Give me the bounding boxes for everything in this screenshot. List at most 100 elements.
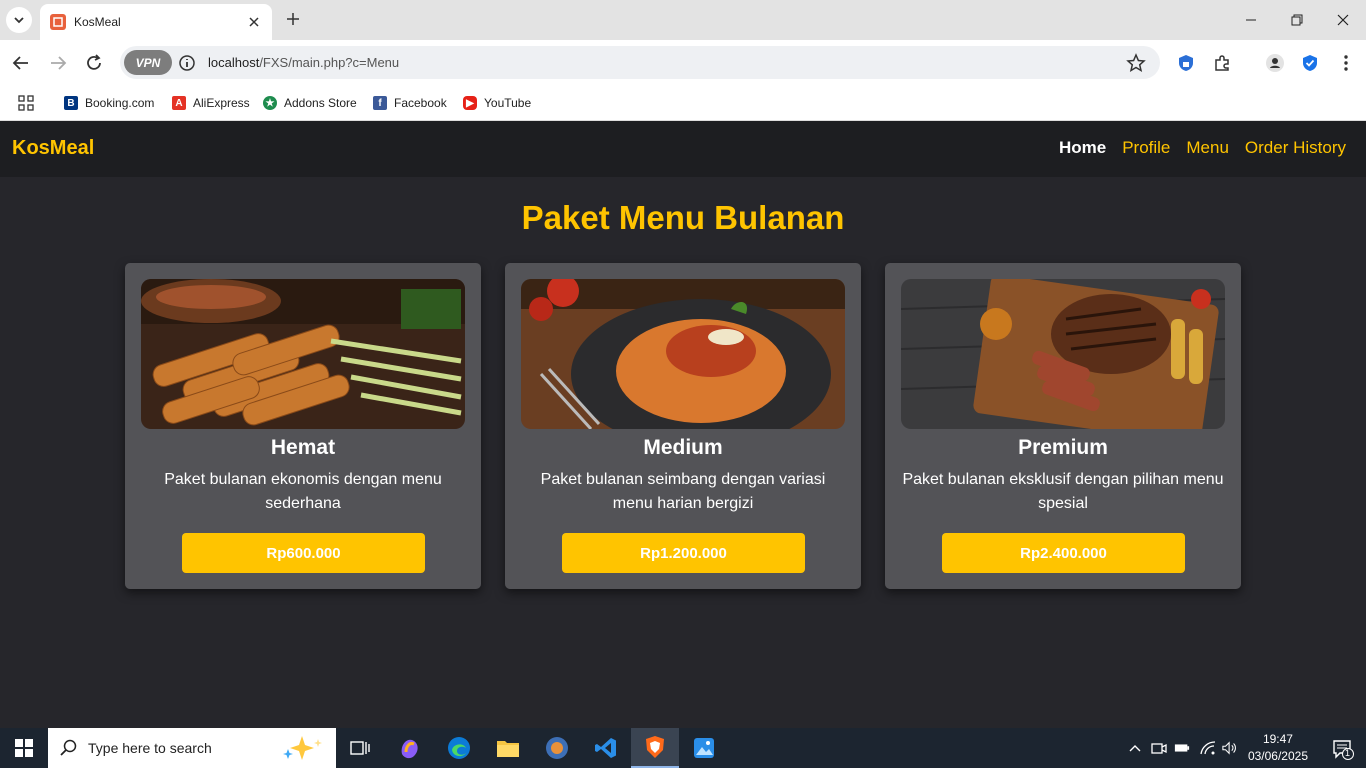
satay-food-image [141,279,465,429]
clock-date: 03/06/2025 [1247,749,1308,763]
volume-icon[interactable] [1222,740,1238,756]
security-shield-icon[interactable] [1300,53,1320,73]
windows-logo-icon [15,739,33,757]
bookmark-star-icon[interactable] [1126,53,1146,73]
vpn-badge[interactable]: VPN [124,50,172,75]
reload-button[interactable] [81,50,107,76]
bookmarks-bar: B Booking.com A AliExpress ★ Addons Stor… [0,86,1366,121]
site-logo[interactable]: KosMeal [12,137,94,160]
restore-window-button[interactable] [1274,0,1320,40]
url-path: /FXS/main.php?c=Menu [259,55,400,70]
windows-taskbar: Type here to search 19:47 03/06/2025 1 [0,728,1366,768]
clock-time: 19:47 [1262,732,1293,746]
notification-center-icon[interactable]: 1 [1332,738,1354,760]
spaghetti-food-image [521,279,845,429]
tab-title: KosMeal [74,15,121,29]
wifi-icon[interactable] [1200,740,1216,756]
steak-food-image [901,279,1225,429]
chevron-down-icon [14,17,24,24]
copilot-app-icon[interactable] [386,728,434,768]
price-button-premium[interactable]: Rp2.400.000 [942,533,1185,573]
package-name: Premium [1018,436,1108,459]
tab-search-button[interactable] [6,7,32,33]
plus-icon [287,13,299,25]
bookmark-booking[interactable]: B Booking.com [64,93,154,113]
system-clock[interactable]: 19:47 03/06/2025 [1248,731,1308,765]
bookmark-facebook[interactable]: f Facebook [373,93,447,113]
bookmark-label: AliExpress [193,96,250,110]
close-icon [1337,14,1349,26]
site-info-icon[interactable] [178,54,196,72]
kosmeal-favicon-icon [50,14,66,30]
new-tab-button[interactable] [282,8,304,30]
package-description: Paket bulanan eksklusif dengan pilihan m… [902,471,1224,512]
site-nav: Home Profile Menu Order History [1059,138,1346,158]
bookmark-youtube[interactable]: ▶ YouTube [463,93,531,113]
page-title: Paket Menu Bulanan [521,199,845,236]
browser-toolbar: VPN localhost/FXS/main.php?c=Menu [0,40,1366,86]
url-text[interactable]: localhost/FXS/main.php?c=Menu [208,55,399,70]
arrow-left-icon [12,56,28,70]
vscode-icon[interactable] [582,728,630,768]
address-bar[interactable]: VPN localhost/FXS/main.php?c=Menu [120,46,1160,79]
forward-button[interactable] [45,50,71,76]
booking-icon: B [64,96,78,110]
youtube-icon: ▶ [463,96,477,110]
package-card-premium: Premium Paket bulanan eksklusif dengan p… [885,263,1241,589]
task-view-icon[interactable] [336,728,384,768]
bookmark-label: YouTube [484,96,532,110]
reload-icon [87,54,101,70]
bookmark-label: Facebook [394,96,447,110]
bookmark-addons-store[interactable]: ★ Addons Store [263,93,357,113]
photos-app-icon[interactable] [680,728,728,768]
package-name: Hemat [270,436,336,459]
browser-menu-icon[interactable] [1336,53,1356,73]
package-card-medium: Medium Paket bulanan seimbang dengan var… [505,263,861,589]
copilot-sparkle-icon [283,736,322,760]
brave-browser-icon[interactable] [631,728,679,768]
start-button[interactable] [0,728,48,768]
edge-browser-icon[interactable] [435,728,483,768]
tray-overflow-chevron-icon[interactable] [1127,740,1143,756]
vpn-shield-extension-icon[interactable] [1176,53,1196,73]
search-icon [60,739,77,756]
close-tab-icon[interactable] [246,14,262,30]
meet-now-icon[interactable] [1151,740,1167,756]
back-button[interactable] [8,50,34,76]
bookmark-label: Addons Store [284,96,357,110]
minimize-icon [1246,19,1256,21]
notification-count: 1 [1345,748,1351,758]
close-window-button[interactable] [1320,0,1366,40]
nav-home[interactable]: Home [1059,138,1106,158]
url-host: localhost [208,55,260,70]
package-name: Medium [643,436,723,459]
facebook-icon: f [373,96,387,110]
bookmark-label: Booking.com [85,96,155,110]
price-button-medium[interactable]: Rp1.200.000 [562,533,805,573]
package-description: Paket bulanan seimbang dengan variasi me… [540,471,826,512]
nav-order-history[interactable]: Order History [1245,138,1346,158]
extensions-puzzle-icon[interactable] [1212,53,1232,73]
minimize-window-button[interactable] [1228,0,1274,40]
browser-tab-strip: KosMeal [0,0,1366,40]
file-explorer-icon[interactable] [484,728,532,768]
bookmark-aliexpress[interactable]: A AliExpress [172,93,250,113]
nav-profile[interactable]: Profile [1122,138,1170,158]
profile-avatar-icon[interactable] [1265,53,1285,73]
firefox-app-icon[interactable] [533,728,581,768]
addons-store-icon: ★ [263,96,277,110]
package-card-hemat: Hemat Paket bulanan ekonomis dengan menu… [125,263,481,589]
arrow-right-icon [51,56,67,70]
battery-icon[interactable] [1174,740,1190,756]
site-header: KosMeal Home Profile Menu Order History [0,121,1366,177]
page-content: KosMeal Home Profile Menu Order History … [0,121,1366,728]
nav-menu[interactable]: Menu [1186,138,1229,158]
package-description: Paket bulanan ekonomis dengan menu seder… [164,471,442,512]
taskbar-search-input[interactable]: Type here to search [48,728,336,768]
browser-tab-active[interactable]: KosMeal [40,4,272,40]
apps-grid-icon[interactable] [18,93,34,113]
restore-icon [1291,14,1303,26]
aliexpress-icon: A [172,96,186,110]
search-placeholder: Type here to search [88,740,212,756]
price-button-hemat[interactable]: Rp600.000 [182,533,425,573]
